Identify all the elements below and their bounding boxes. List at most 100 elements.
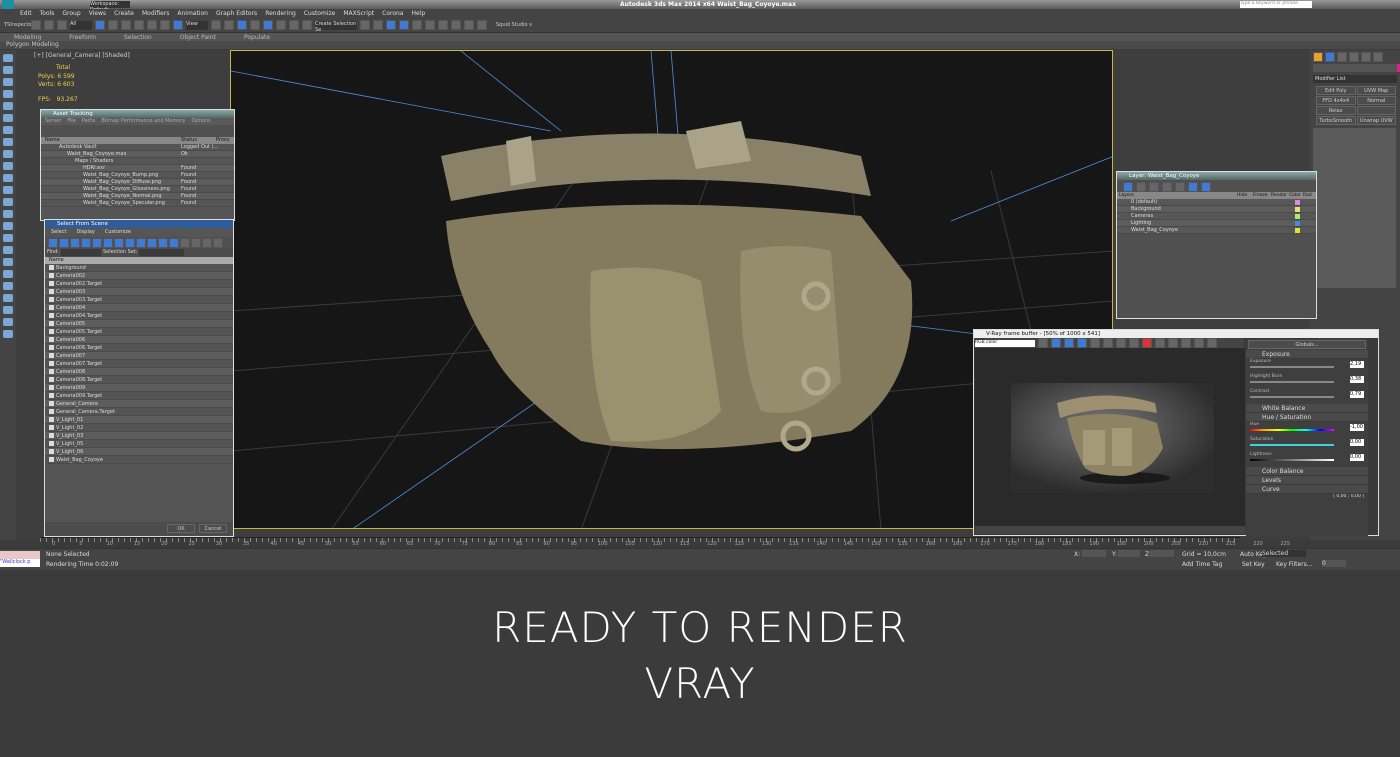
asset-row[interactable]: Waist_Bag_Coyoye_Diffuse.png Found xyxy=(41,179,234,186)
levels-section[interactable]: Levels xyxy=(1246,476,1368,485)
menu-create[interactable]: Create xyxy=(114,10,134,17)
curve-section[interactable]: Curve xyxy=(1246,485,1368,494)
modifier-button[interactable]: Unwrap UVW xyxy=(1356,116,1396,125)
viewport-label[interactable]: [+] [General_Camera] [Shaded] xyxy=(34,52,130,59)
scene-object-item[interactable]: Background xyxy=(45,264,233,272)
col-name[interactable]: Name xyxy=(41,137,181,144)
scene-object-item[interactable]: Camera008.Target xyxy=(45,376,233,384)
asset-menu-item[interactable]: Server xyxy=(45,118,61,125)
asset-menu-item[interactable]: File xyxy=(67,118,75,125)
scene-object-item[interactable]: Camera003 xyxy=(45,288,233,296)
layer-row[interactable]: Lighting xyxy=(1117,220,1316,227)
select-menu-item[interactable]: Select xyxy=(51,228,66,237)
app-logo-icon[interactable] xyxy=(2,0,14,9)
scene-object-item[interactable]: Camera004.Target xyxy=(45,312,233,320)
scene-object-item[interactable]: Camera007 xyxy=(45,352,233,360)
highlight-burn-value[interactable]: 0,38 xyxy=(1350,376,1364,383)
maxscript-listener[interactable]: "Wallclock p xyxy=(0,559,40,567)
modifier-button[interactable]: TurboSmooth xyxy=(1316,116,1356,125)
selection-set-input[interactable] xyxy=(139,248,185,256)
scene-object-item[interactable]: Camera003.Target xyxy=(45,296,233,304)
layer-col[interactable]: Render xyxy=(1269,192,1287,199)
layer-col[interactable]: Freeze xyxy=(1251,192,1269,199)
scene-object-item[interactable]: Camera008 xyxy=(45,368,233,376)
layer-row[interactable]: Waist_Bag_Coyoye xyxy=(1117,227,1316,234)
scene-object-item[interactable]: Camera002 xyxy=(45,272,233,280)
hue-slider[interactable] xyxy=(1250,429,1334,431)
tab-freeform[interactable]: Freeform xyxy=(69,34,96,41)
saturation-slider[interactable] xyxy=(1250,444,1334,446)
asset-row[interactable]: HDRI.exr Found xyxy=(41,165,234,172)
name-column-header[interactable]: Name xyxy=(45,257,233,264)
asset-row[interactable]: Waist_Bag_Coyoye_Normal.png Found xyxy=(41,193,234,200)
find-input[interactable] xyxy=(60,248,101,256)
modifier-button[interactable]: UVW Map xyxy=(1356,86,1396,95)
vfb-title[interactable]: V-Ray frame buffer - [50% of 1000 x 541] xyxy=(974,330,1378,338)
maxscript-listener-top[interactable] xyxy=(0,551,40,559)
scene-object-item[interactable]: General_Camera.Target xyxy=(45,408,233,416)
menu-corona[interactable]: Corona xyxy=(382,10,403,17)
tab-object-paint[interactable]: Object Paint xyxy=(180,34,216,41)
tab-populate[interactable]: Populate xyxy=(244,34,270,41)
modifier-button[interactable] xyxy=(1356,106,1396,115)
layer-row[interactable]: Cameras xyxy=(1117,213,1316,220)
exposure-value[interactable]: 2,19 xyxy=(1350,361,1364,368)
layer-col[interactable] xyxy=(1227,192,1235,199)
asset-menu-item[interactable]: Paths xyxy=(82,118,96,125)
filter-dropdown[interactable]: All xyxy=(70,20,92,30)
modifier-button[interactable]: Normal xyxy=(1356,96,1396,105)
layer-color-swatch[interactable] xyxy=(1295,207,1300,212)
scene-object-item[interactable]: Camera006 xyxy=(45,336,233,344)
menu-edit[interactable]: Edit xyxy=(20,10,32,17)
lightness-value[interactable]: 0,00 xyxy=(1350,454,1364,461)
scene-object-item[interactable]: Camera009.Target xyxy=(45,392,233,400)
layer-row[interactable]: Background xyxy=(1117,206,1316,213)
col-status[interactable]: Status xyxy=(181,137,216,144)
layer-dialog-title[interactable]: Layer: Waist_Bag_Coyoye xyxy=(1117,172,1316,180)
scene-object-item[interactable]: V_Light_03 xyxy=(45,432,233,440)
workspace-dropdown[interactable]: Workspace: Default xyxy=(90,1,130,13)
layer-col[interactable]: Rad xyxy=(1301,192,1312,199)
key-mode-dropdown[interactable]: Selected xyxy=(1262,550,1306,557)
modifier-list-dropdown[interactable]: Modifier List xyxy=(1313,75,1397,83)
layer-col[interactable]: Layers xyxy=(1117,192,1227,199)
reference-dropdown[interactable]: View xyxy=(186,20,208,30)
menu-modifiers[interactable]: Modifiers xyxy=(142,10,169,17)
layer-color-swatch[interactable] xyxy=(1295,200,1300,205)
color-balance-section[interactable]: Color Balance xyxy=(1246,467,1368,476)
layer-col[interactable]: Hide xyxy=(1235,192,1251,199)
ribbon-panel[interactable]: Polygon Modeling xyxy=(0,41,1400,49)
hue-saturation-section[interactable]: Hue / Saturation xyxy=(1246,413,1368,422)
add-time-tag[interactable]: Add Time Tag xyxy=(1182,561,1222,568)
select-menu-item[interactable]: Customize xyxy=(105,228,131,237)
menu-animation[interactable]: Animation xyxy=(177,10,208,17)
modifier-button[interactable]: Relax xyxy=(1316,106,1356,115)
globals-button[interactable]: Globals... xyxy=(1248,340,1366,349)
scene-object-item[interactable]: Camera006.Target xyxy=(45,344,233,352)
scene-object-item[interactable]: V_Light_01 xyxy=(45,416,233,424)
layer-col[interactable]: Color xyxy=(1287,192,1301,199)
asset-row[interactable]: Autodesk Vault Logged Out (... xyxy=(41,144,234,151)
contrast-slider[interactable] xyxy=(1250,396,1334,398)
scene-object-item[interactable]: Camera009 xyxy=(45,384,233,392)
set-key-button[interactable]: Set Key xyxy=(1242,561,1265,568)
layer-color-swatch[interactable] xyxy=(1295,228,1300,233)
key-filters-button[interactable]: Key Filters... xyxy=(1276,561,1313,568)
scene-object-item[interactable]: Camera002.Target xyxy=(45,280,233,288)
exposure-section[interactable]: Exposure xyxy=(1246,350,1368,359)
asset-menu-item[interactable]: Bitmap Performance and Memory xyxy=(101,118,185,125)
menu-group[interactable]: Group xyxy=(62,10,80,17)
select-menu-item[interactable]: Display xyxy=(76,228,94,237)
exposure-slider[interactable] xyxy=(1250,366,1334,368)
cancel-button[interactable]: Cancel xyxy=(199,524,227,533)
menu-customize[interactable]: Customize xyxy=(304,10,336,17)
current-frame-field[interactable]: 0 xyxy=(1322,560,1346,567)
z-field[interactable] xyxy=(1150,550,1174,557)
saturation-value[interactable]: 0,00 xyxy=(1350,439,1364,446)
lightness-slider[interactable] xyxy=(1250,459,1334,461)
asset-tracking-title[interactable]: Asset Tracking xyxy=(41,110,234,118)
scene-object-item[interactable]: V_Light_06 xyxy=(45,448,233,456)
inspector-label[interactable]: TSInspector xyxy=(4,22,34,28)
scene-object-item[interactable]: V_Light_05 xyxy=(45,440,233,448)
white-balance-section[interactable]: White Balance xyxy=(1246,404,1368,413)
